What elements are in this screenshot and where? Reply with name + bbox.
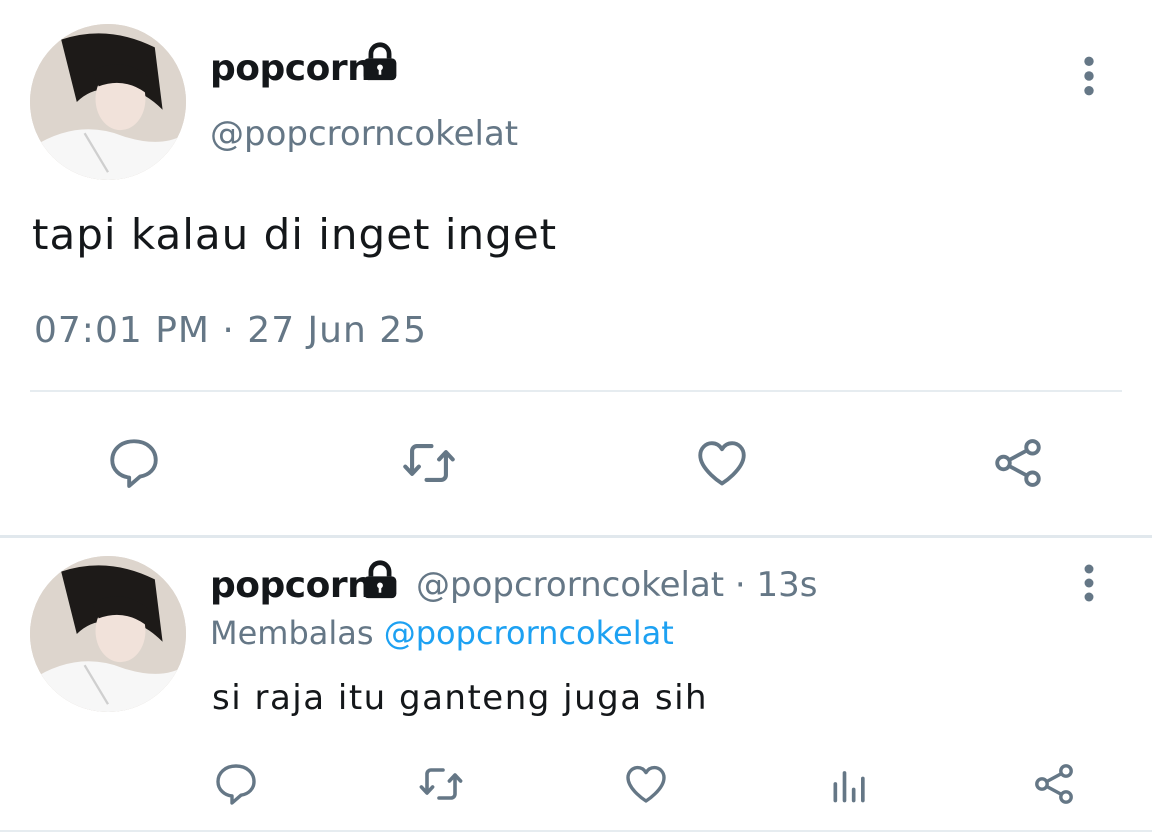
avatar[interactable]	[30, 24, 186, 180]
analytics-icon[interactable]	[828, 762, 872, 806]
reply-icon[interactable]	[104, 434, 164, 492]
heart-icon[interactable]	[692, 434, 752, 492]
reply-handle-time[interactable]: @popcrorncokelat · 13s	[416, 565, 818, 605]
share-icon[interactable]	[988, 434, 1048, 492]
timestamp[interactable]: 07:01 PM · 27 Jun 25	[34, 310, 427, 351]
reply-lock-icon	[358, 560, 402, 600]
reply-retweet-icon[interactable]	[414, 760, 468, 808]
reply-more-vertical-icon[interactable]	[1074, 562, 1104, 604]
handle[interactable]: @popcrorncokelat	[210, 114, 518, 154]
display-name[interactable]: popcorn	[210, 48, 373, 89]
reply-heart-icon[interactable]	[622, 760, 670, 808]
more-vertical-icon[interactable]	[1074, 54, 1104, 98]
retweet-icon[interactable]	[396, 434, 462, 492]
reply-text: si raja itu ganteng juga sih	[212, 678, 709, 718]
replying-to: Membalas @popcrorncokelat	[210, 614, 674, 652]
lock-icon	[358, 42, 402, 82]
reply-share-icon[interactable]	[1030, 760, 1078, 808]
reply-reply-icon[interactable]	[212, 760, 260, 808]
reply-avatar[interactable]	[30, 556, 186, 712]
replying-label: Membalas	[210, 614, 374, 652]
replying-to-link[interactable]: @popcrorncokelat	[384, 614, 674, 652]
tweet-text: tapi kalau di inget inget	[32, 210, 558, 259]
section-divider	[0, 535, 1152, 538]
reply-display-name[interactable]: popcorn	[210, 565, 373, 606]
divider	[30, 390, 1122, 392]
bottom-divider	[0, 830, 1152, 832]
